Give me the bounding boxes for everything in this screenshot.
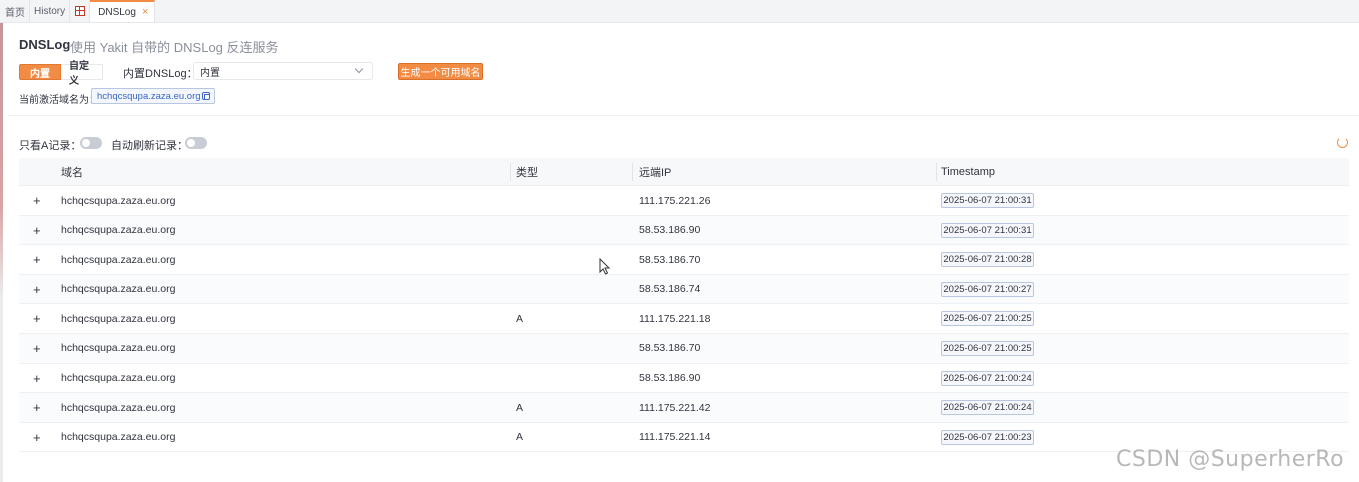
column-divider: [936, 163, 937, 181]
table-row[interactable]: + hchqcsqupa.zaza.eu.org A 111.175.221.42 20…: [19, 393, 1349, 423]
row-timestamp: 2025-06-07 21:00:31: [941, 193, 1034, 208]
row-domain: hchqcsqupa.zaza.eu.org: [61, 431, 176, 444]
column-type[interactable]: 类型: [516, 158, 538, 186]
row-domain: hchqcsqupa.zaza.eu.org: [61, 401, 176, 414]
custom-mode-button[interactable]: 自定义: [61, 61, 103, 87]
row-timestamp: 2025-06-07 21:00:31: [941, 222, 1034, 238]
table-row[interactable]: + hchqcsqupa.zaza.eu.org 58.53.186.74 2025-…: [19, 274, 1349, 305]
row-timestamp: 2025-06-07 21:00:24: [941, 370, 1034, 386]
row-remote-ip: 58.53.186.70: [639, 253, 701, 266]
tab-home[interactable]: 首页: [0, 0, 30, 22]
tab-bar: 首页 History DNSLog ×: [0, 0, 1359, 23]
tab-grid[interactable]: [70, 0, 91, 22]
expand-icon[interactable]: +: [33, 393, 41, 422]
expand-icon[interactable]: +: [33, 245, 41, 274]
auto-refresh-label: 自动刷新记录：: [111, 140, 188, 152]
active-domain-value: hchqcsqupa.zaza.eu.org: [91, 88, 215, 104]
expand-icon[interactable]: +: [33, 423, 41, 452]
builtin-mode-button[interactable]: 内置: [19, 64, 61, 80]
column-remote-ip[interactable]: 远端IP: [639, 158, 671, 186]
page-subtitle: 使用 Yakit 自带的 DNSLog 反连服务: [70, 40, 279, 55]
table-row[interactable]: + hchqcsqupa.zaza.eu.org 58.53.186.70 2025-…: [19, 245, 1349, 275]
tab-dnslog-label: DNSLog: [98, 6, 136, 18]
only-a-records-toggle[interactable]: [80, 137, 102, 149]
auto-refresh-toggle[interactable]: [185, 137, 207, 149]
active-domain-text: hchqcsqupa.zaza.eu.org: [97, 90, 201, 102]
close-icon[interactable]: ×: [142, 6, 148, 18]
row-remote-ip: 111.175.221.42: [639, 401, 711, 414]
column-timestamp[interactable]: Timestamp: [941, 158, 995, 186]
row-domain: hchqcsqupa.zaza.eu.org: [61, 253, 176, 266]
chevron-down-icon: [354, 64, 364, 74]
grid-icon: [74, 6, 85, 16]
copy-icon[interactable]: [202, 92, 210, 100]
table-row[interactable]: + hchqcsqupa.zaza.eu.org 58.53.186.70 2025-…: [19, 333, 1349, 364]
dnslog-select-value: 内置: [200, 67, 220, 79]
refresh-icon[interactable]: [1337, 137, 1348, 148]
row-domain: hchqcsqupa.zaza.eu.org: [61, 372, 176, 385]
column-divider: [632, 163, 633, 181]
column-domain[interactable]: 域名: [61, 158, 83, 186]
row-domain: hchqcsqupa.zaza.eu.org: [61, 224, 176, 237]
expand-icon[interactable]: +: [33, 304, 41, 333]
row-timestamp: 2025-06-07 21:00:28: [941, 252, 1034, 268]
row-timestamp: 2025-06-07 21:00:25: [941, 340, 1034, 356]
tab-dnslog[interactable]: DNSLog ×: [90, 0, 156, 22]
row-timestamp: 2025-06-07 21:00:27: [941, 281, 1034, 297]
table-header: 域名 类型 远端IP Timestamp: [19, 158, 1349, 186]
dnslog-select[interactable]: 内置: [193, 62, 373, 80]
only-a-records-label: 只看A记录：: [19, 140, 82, 152]
table-row[interactable]: + hchqcsqupa.zaza.eu.org 111.175.221.26 202…: [19, 186, 1349, 216]
row-timestamp: 2025-06-07 21:00:24: [941, 400, 1034, 416]
expand-icon[interactable]: +: [33, 364, 41, 393]
row-timestamp: 2025-06-07 21:00:25: [941, 311, 1034, 327]
table-row[interactable]: + hchqcsqupa.zaza.eu.org 58.53.186.90 2025-…: [19, 364, 1349, 394]
row-remote-ip: 58.53.186.90: [639, 224, 701, 237]
generate-domain-button[interactable]: 生成一个可用域名: [398, 63, 483, 80]
table-row[interactable]: + hchqcsqupa.zaza.eu.org A 111.175.221.18 20…: [19, 304, 1349, 334]
row-remote-ip: 111.175.221.14: [639, 431, 711, 444]
column-divider: [510, 163, 511, 181]
row-remote-ip: 111.175.221.26: [639, 194, 711, 207]
dnslog-select-label: 内置DNSLog：: [123, 68, 198, 80]
table-row[interactable]: + hchqcsqupa.zaza.eu.org 58.53.186.90 2025-…: [19, 215, 1349, 246]
dnslog-table: 域名 类型 远端IP Timestamp + hchqcsqupa.zaza.eu…: [19, 158, 1349, 453]
divider: [8, 115, 1359, 116]
row-type: A: [516, 312, 524, 325]
row-timestamp: 2025-06-07 21:00:23: [941, 429, 1034, 445]
watermark: CSDN @SuperherRo: [1116, 447, 1345, 472]
row-remote-ip: 58.53.186.70: [639, 342, 701, 355]
mode-switch: 内置 自定义: [19, 61, 103, 87]
row-remote-ip: 58.53.186.74: [639, 283, 701, 296]
window-edge: [0, 23, 3, 482]
row-remote-ip: 111.175.221.18: [639, 312, 711, 325]
row-type: A: [516, 401, 524, 414]
tab-home-label: 首页: [5, 7, 25, 19]
row-domain: hchqcsqupa.zaza.eu.org: [61, 312, 176, 325]
expand-icon[interactable]: +: [33, 275, 41, 304]
row-domain: hchqcsqupa.zaza.eu.org: [61, 283, 176, 296]
tab-history-label: History: [34, 5, 66, 17]
row-type: A: [516, 431, 524, 444]
row-remote-ip: 58.53.186.90: [639, 372, 701, 385]
page-title: DNSLog: [19, 37, 71, 52]
expand-icon[interactable]: +: [33, 216, 41, 245]
table-body: + hchqcsqupa.zaza.eu.org 111.175.221.26 202…: [19, 186, 1349, 453]
row-domain: hchqcsqupa.zaza.eu.org: [61, 342, 176, 355]
expand-icon[interactable]: +: [33, 334, 41, 363]
expand-icon[interactable]: +: [33, 186, 41, 215]
row-domain: hchqcsqupa.zaza.eu.org: [61, 194, 176, 207]
active-domain-label: 当前激活域名为：: [19, 95, 99, 106]
tab-history[interactable]: History: [30, 0, 71, 22]
